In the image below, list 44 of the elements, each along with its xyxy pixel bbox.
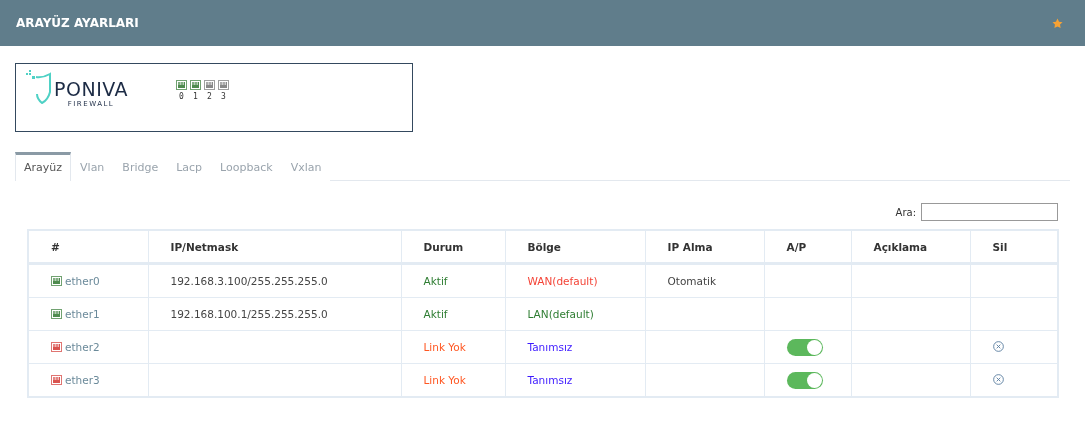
port-icon — [51, 375, 62, 385]
column-header: Durum — [401, 230, 505, 264]
status-text: Link Yok — [423, 341, 466, 353]
column-header: IP/Netmask — [148, 230, 401, 264]
toggle-switch[interactable] — [786, 338, 823, 356]
search-label: Ara: — [895, 206, 916, 218]
column-header: Açıklama — [851, 230, 970, 264]
delete-icon[interactable] — [992, 340, 1004, 352]
zone-text: LAN(default) — [527, 308, 594, 320]
status-text: Link Yok — [423, 374, 466, 386]
interface-name: ether0 — [65, 275, 100, 287]
ip-mode: Otomatik — [667, 275, 717, 287]
zone-text: Tanımsız — [527, 341, 573, 353]
zone-text: Tanımsız — [527, 374, 573, 386]
status-text: Aktif — [423, 275, 448, 287]
port-number: 2 — [207, 92, 212, 101]
column-header: Bölge — [505, 230, 645, 264]
toggle-switch[interactable] — [786, 371, 823, 389]
page-title: ARAYÜZ AYARLARI — [16, 16, 139, 30]
column-header: A/P — [764, 230, 851, 264]
logo-name: PONIVA — [54, 78, 128, 100]
port-number: 1 — [193, 92, 198, 101]
port-icon — [51, 276, 62, 286]
column-header: # — [28, 230, 148, 264]
column-header: IP Alma — [645, 230, 764, 264]
port-number: 0 — [179, 92, 184, 101]
interface-name: ether2 — [65, 341, 100, 353]
star-icon[interactable] — [1052, 17, 1063, 29]
port-icon — [51, 342, 62, 352]
interface-name: ether3 — [65, 374, 100, 386]
interface-name: ether1 — [65, 308, 100, 320]
port-icon — [218, 80, 229, 90]
port-icon — [204, 80, 215, 90]
delete-icon[interactable] — [992, 373, 1004, 385]
port-icon — [176, 80, 187, 90]
tab[interactable]: Arayüz — [15, 152, 72, 181]
port-number: 3 — [221, 92, 226, 101]
port-icon — [190, 80, 201, 90]
port-icon — [51, 309, 62, 319]
zone-text: WAN(default) — [527, 275, 598, 287]
ip-address: 192.168.3.100/255.255.255.0 — [170, 275, 328, 287]
ip-address: 192.168.100.1/255.255.255.0 — [170, 308, 328, 320]
status-text: Aktif — [423, 308, 448, 320]
search-field[interactable] — [921, 203, 1058, 221]
